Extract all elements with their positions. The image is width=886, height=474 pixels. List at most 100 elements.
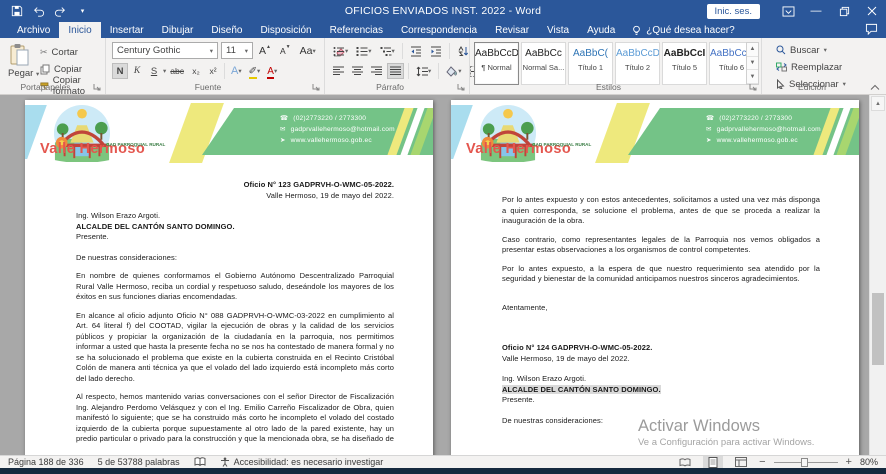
recipient-name: Ing. Wilson Erazo Argoti. [502,374,820,385]
tab-revisar[interactable]: Revisar [486,22,538,38]
increase-indent-button[interactable] [427,43,445,59]
styles-scroll-up[interactable]: ▲ [747,43,758,57]
collapse-ribbon-icon[interactable] [870,84,880,91]
tab-inicio[interactable]: Inicio [59,22,100,38]
styles-dialog-launcher[interactable] [749,83,758,92]
style-normal-sa[interactable]: AaBbCcNormal Sa... [521,42,566,85]
grow-font-button[interactable]: A▲ [256,43,274,59]
tab-dibujar[interactable]: Dibujar [153,22,203,38]
style-titulo-1[interactable]: AaBbC(Título 1 [568,42,613,85]
find-button[interactable]: Buscar▾ [774,42,848,58]
align-right-button[interactable] [368,63,385,79]
shrink-font-button[interactable]: A▼ [277,43,294,59]
font-group-label: Fuente [106,82,310,92]
zoom-slider[interactable] [774,456,838,469]
taskbar-edge [0,468,886,474]
tell-me-box[interactable]: ¿Qué desea hacer? [624,22,742,38]
web-layout-button[interactable] [731,456,751,469]
print-layout-button[interactable] [703,456,723,469]
clipboard-dialog-launcher[interactable] [93,83,102,92]
numbering-button[interactable]: ▾ [353,43,374,59]
word-count[interactable]: 5 de 53788 palabras [98,457,180,467]
zoom-level[interactable]: 80% [860,457,878,467]
underline-button[interactable]: S [146,63,162,79]
font-name-combo[interactable]: Century Gothic▾ [112,42,218,59]
page-indicator[interactable]: Página 188 de 336 [8,457,84,467]
align-center-button[interactable] [349,63,366,79]
tab-diseno[interactable]: Diseño [202,22,251,38]
bold-button[interactable]: N [112,63,128,79]
tab-ayuda[interactable]: Ayuda [578,22,624,38]
font-size-combo[interactable]: 11▾ [221,42,253,59]
zoom-out-button[interactable]: − [759,456,765,468]
restore-button[interactable] [830,0,858,22]
scroll-up-arrow[interactable]: ▲ [871,96,885,111]
paste-label: Pegar [8,68,33,79]
zoom-slider-thumb[interactable] [801,458,808,467]
bullets-button[interactable]: ▾ [330,43,351,59]
tab-archivo[interactable]: Archivo [8,22,59,38]
proofing-icon[interactable] [194,457,206,467]
underline-dropdown-caret[interactable]: ▾ [163,67,166,75]
justify-button[interactable] [387,63,404,79]
status-bar: Página 188 de 336 5 de 53788 palabras Ac… [0,455,886,468]
paragraph: En alcance al oficio adjunto Oficio N° 0… [76,311,394,385]
font-dialog-launcher[interactable] [312,83,321,92]
replace-button[interactable]: Reemplazar [774,59,848,75]
styles-more-button[interactable]: ▼ [747,70,758,84]
decrease-indent-button[interactable] [407,43,425,59]
align-left-button[interactable] [330,63,347,79]
tab-insertar[interactable]: Insertar [101,22,153,38]
change-case-label: Aa [300,45,313,57]
font-color-button[interactable]: A▾ [264,63,280,79]
style-titulo-5[interactable]: AaBbCcITítulo 5 [662,42,707,85]
tab-referencias[interactable]: Referencias [321,22,392,38]
text-effects-button[interactable]: A▾ [228,63,245,79]
zoom-in-button[interactable]: + [846,456,852,468]
close-button[interactable] [858,0,886,22]
ribbon-display-options-icon[interactable] [774,0,802,22]
sign-in-button[interactable]: Inic. ses. [707,4,761,19]
subscript-button[interactable]: x₂ [188,63,204,79]
tab-vista[interactable]: Vista [538,22,578,38]
paragraph-dialog-launcher[interactable] [457,83,466,92]
comment-icon[interactable] [865,23,878,35]
font-name-value: Century Gothic [117,45,180,56]
replace-icon [776,62,787,72]
oficio-ref-line: Oficio N° 123 GADPRVH-O-WMC-05-2022. [76,180,394,191]
superscript-button[interactable]: x² [205,63,221,79]
shading-button[interactable]: ▾ [443,63,464,79]
style-titulo-2[interactable]: AaBbCcDTítulo 2 [615,42,660,85]
highlight-button[interactable]: ✐▾ [246,63,264,79]
group-styles: AaBbCcD¶ Normal AaBbCcNormal Sa... AaBbC… [470,38,762,94]
accessibility-status[interactable]: Accesibilidad: es necesario investigar [220,457,384,467]
minimize-button[interactable]: — [802,0,830,22]
line-spacing-button[interactable]: ▾ [413,63,434,79]
tab-correspondencia[interactable]: Correspondencia [392,22,486,38]
lightbulb-icon [632,25,641,36]
header-phone: (02)2773220 / 2773300 [293,115,366,122]
header-email: gadprvallehermoso@hotmail.com [717,126,821,133]
copy-icon [40,64,50,75]
scrollbar-thumb[interactable] [872,293,884,365]
cut-button[interactable]: ✂Cortar [38,44,105,60]
styles-scroll-down[interactable]: ▼ [747,57,758,71]
vertical-scrollbar[interactable]: ▲ [869,95,886,455]
paste-button[interactable]: Pegar ▾ [8,43,39,79]
search-icon [776,45,786,55]
document-page-1[interactable]: Valle Hermoso GAD PARROQUIAL RURAL ☎(02)… [25,100,433,455]
multilevel-list-button[interactable]: ▾ [377,43,398,59]
brand-subtitle: GAD PARROQUIAL RURAL [106,142,165,147]
activate-windows-subtext: Ve a Configuración para activar Windows. [638,437,814,448]
read-mode-button[interactable] [675,456,695,469]
numbering-icon [356,46,368,57]
style-normal[interactable]: AaBbCcD¶ Normal [474,42,519,85]
strikethrough-button[interactable]: abc [167,63,187,79]
oficio-ref-line: Oficio N° 124 GADPRVH-O-WMC-05-2022. [502,343,820,354]
document-canvas[interactable]: Valle Hermoso GAD PARROQUIAL RURAL ☎(02)… [0,95,886,455]
change-case-button[interactable]: Aa▾ [297,43,319,59]
document-page-2[interactable]: Valle Hermoso GAD PARROQUIAL RURAL ☎(02)… [451,100,859,455]
tab-disposicion[interactable]: Disposición [251,22,320,38]
italic-button[interactable]: K [129,63,145,79]
accessibility-icon [220,457,230,467]
